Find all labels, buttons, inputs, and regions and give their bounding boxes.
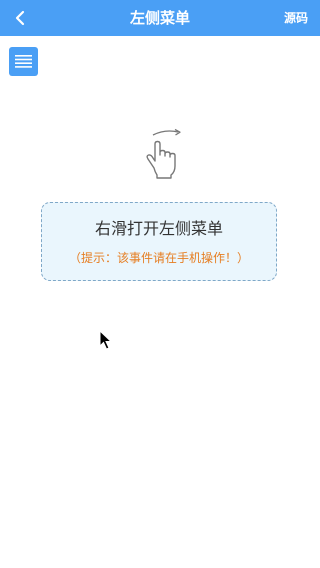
menu-toggle-button[interactable] bbox=[9, 47, 38, 76]
nav-bar: 左侧菜单 源码 bbox=[0, 0, 320, 36]
screen: 左侧菜单 源码 右滑打开左侧菜单 （提示：该事件请在手机操作！） bbox=[0, 0, 320, 568]
chevron-left-icon bbox=[15, 10, 25, 26]
mouse-cursor-icon bbox=[99, 330, 113, 350]
hint-box: 右滑打开左侧菜单 （提示：该事件请在手机操作！） bbox=[41, 202, 277, 281]
hint-note: （提示：该事件请在手机操作！） bbox=[68, 251, 249, 265]
hamburger-menu-icon bbox=[15, 55, 32, 68]
hint-title: 右滑打开左侧菜单 bbox=[94, 219, 223, 238]
page-title: 左侧菜单 bbox=[129, 9, 190, 27]
back-button[interactable] bbox=[6, 4, 34, 32]
swipe-right-hand-icon bbox=[146, 128, 181, 179]
source-code-button[interactable]: 源码 bbox=[284, 0, 308, 36]
